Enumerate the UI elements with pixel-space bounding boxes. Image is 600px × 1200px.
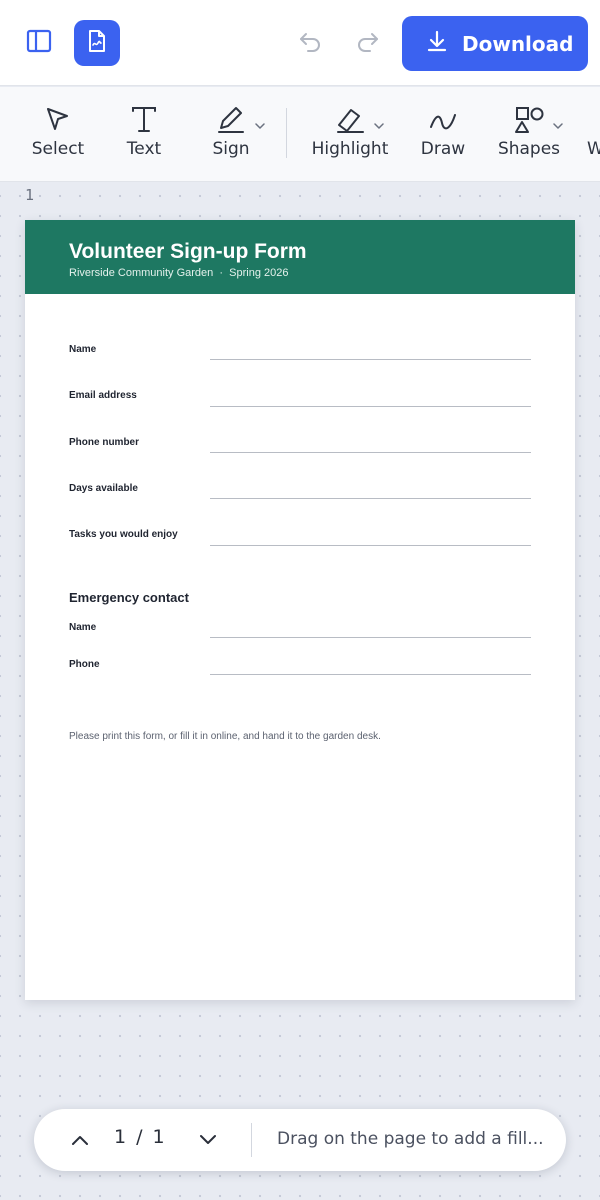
field-line-emergency-name[interactable] [210,637,531,638]
signed-document-icon [87,29,107,57]
tool-draw[interactable]: Draw [400,87,486,181]
field-line-phone[interactable] [210,452,531,453]
field-line-tasks[interactable] [210,545,531,546]
tool-draw-label: Draw [420,139,466,159]
tool-shapes[interactable]: Shapes [486,87,572,181]
field-line-emergency-phone[interactable] [210,674,531,675]
page-separator: / [136,1126,143,1148]
emergency-contact-title: Emergency contact [69,590,189,605]
toolbar-divider [286,108,287,158]
sidebar-toggle-button[interactable] [18,22,60,64]
text-T-icon [131,105,157,135]
document-button[interactable] [74,20,120,66]
sidebar-panel-icon [26,29,52,57]
tool-shapes-label: Shapes [497,139,561,159]
tool-text[interactable]: Text [101,87,187,181]
tool-bar: Select Text Sign Highlight Draw Shapes [0,87,600,182]
field-line-name[interactable] [210,359,531,360]
current-page: 1 [114,1126,127,1148]
total-pages: 1 [152,1126,165,1148]
field-line-days[interactable] [210,498,531,499]
undo-icon [298,29,324,57]
download-button[interactable]: Download [402,16,588,71]
redo-icon [354,29,380,57]
download-icon [426,29,448,58]
download-label: Download [462,31,574,56]
redo-button[interactable] [346,22,388,64]
field-label-name: Name [69,344,97,355]
chevron-down-icon[interactable] [552,115,564,134]
pager-divider [251,1123,252,1157]
form-footnote: Please print this form, or fill it in on… [69,731,381,742]
top-bar: Download [0,0,600,86]
chevron-down-icon[interactable] [254,115,266,134]
tool-select-label: Select [31,139,85,159]
pen-icon [216,105,265,135]
field-label-days: Days available [69,483,138,494]
squiggle-icon [428,105,458,135]
tool-sign[interactable]: Sign [188,87,274,181]
page-number-label: 1 [25,186,35,204]
form-header: Volunteer Sign-up Form Riverside Communi… [25,220,575,294]
shapes-icon [514,105,563,135]
field-line-email[interactable] [210,406,531,407]
page-navigator: 1 / 1 Drag on the page to add a fill... [34,1109,566,1171]
page-counter: 1 / 1 [114,1126,165,1148]
field-label-tasks: Tasks you would enjoy [69,529,178,540]
document-page[interactable]: Volunteer Sign-up Form Riverside Communi… [25,220,575,1000]
hint-text: Drag on the page to add a fill... [277,1129,544,1149]
tool-select[interactable]: Select [15,87,101,181]
tool-highlight-label: Highlight [311,139,389,159]
tool-partial-label: W [587,139,600,159]
highlighter-icon [335,105,384,135]
tool-text-label: Text [126,139,162,159]
form-title: Volunteer Sign-up Form [69,240,307,263]
tool-sign-label: Sign [212,139,250,159]
previous-page-button[interactable] [62,1122,98,1158]
field-label-email: Email address [69,390,137,401]
chevron-down-icon [198,1131,218,1150]
field-label-phone: Phone number [69,437,140,448]
tool-partial[interactable]: W [587,87,600,181]
tool-highlight[interactable]: Highlight [307,87,393,181]
cursor-arrow-icon [44,105,72,135]
undo-button[interactable] [290,22,332,64]
next-page-button[interactable] [190,1122,226,1158]
chevron-down-icon[interactable] [373,115,385,134]
field-label-emergency-name: Name [69,622,97,633]
chevron-up-icon [70,1131,90,1150]
form-subtitle: Riverside Community Garden · Spring 2026 [69,267,289,279]
field-label-emergency-phone: Phone [69,659,100,670]
